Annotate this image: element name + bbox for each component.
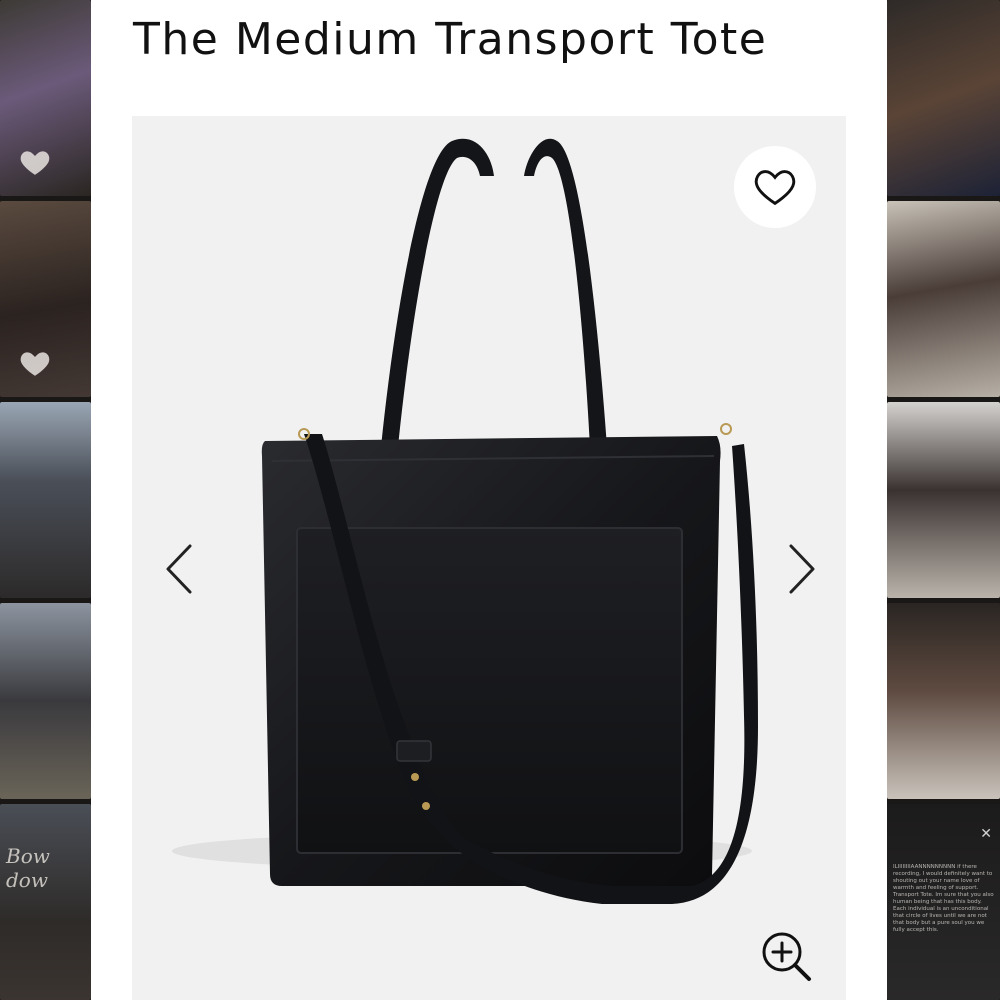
product-image [172, 138, 758, 904]
heart-outline-icon [754, 170, 796, 206]
background-photo-tile [0, 201, 91, 397]
product-panel: The Medium Transport Tote [91, 0, 887, 1000]
background-photo-tile [0, 0, 91, 196]
chevron-left-icon [166, 544, 192, 594]
heart-icon [20, 151, 50, 175]
heart-icon [20, 352, 50, 376]
background-photo-tile: Bow dow [0, 804, 91, 1000]
background-photo-tile: ✕ ILIIIIIIIIAANNNNNNNNN if there recordi… [887, 804, 1000, 1000]
background-script-text: Bow dow [6, 844, 50, 892]
background-photo-tile [887, 0, 1000, 196]
previous-image-button[interactable] [154, 534, 204, 604]
background-photo-tile [887, 201, 1000, 397]
background-photo-tile [887, 603, 1000, 799]
background-caption-text: ILIIIIIIIIAANNNNNNNNN if there recording… [893, 864, 994, 933]
zoom-button[interactable] [756, 926, 816, 986]
chevron-right-icon [789, 544, 815, 594]
next-image-button[interactable] [777, 534, 827, 604]
background-photo-strip-right: ✕ ILIIIIIIIIAANNNNNNNNN if there recordi… [887, 0, 1000, 1000]
background-photo-tile [0, 603, 91, 799]
product-title: The Medium Transport Tote [133, 14, 768, 65]
close-icon[interactable]: ✕ [980, 826, 992, 842]
background-photo-tile [0, 402, 91, 598]
background-photo-tile [887, 402, 1000, 598]
background-photo-strip-left: Bow dow [0, 0, 91, 1000]
zoom-in-icon [762, 932, 811, 981]
product-image-viewer[interactable] [132, 116, 846, 1000]
favorite-button[interactable] [734, 146, 816, 228]
